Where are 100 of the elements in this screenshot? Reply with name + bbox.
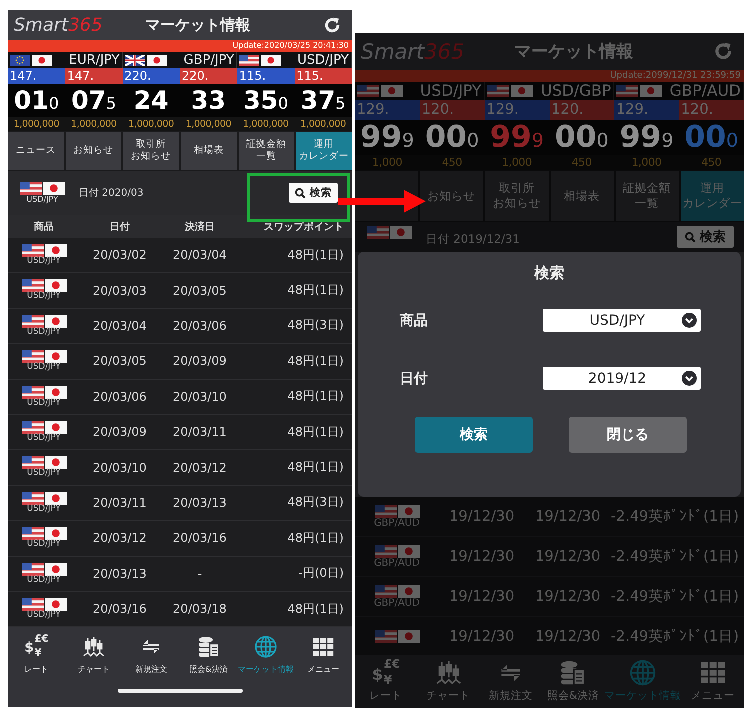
table-cell-text: 48円(1日) — [286, 424, 344, 441]
table-cell-text: 20/03/09 — [92, 425, 148, 440]
table-cell-text: 19/12/30 — [448, 548, 516, 564]
order-amount: 1,000,000 — [184, 118, 232, 131]
table-cell-text: 19/12/30 — [448, 588, 516, 604]
search-button[interactable]: 検索 — [415, 417, 533, 453]
flag-icon — [43, 182, 65, 195]
order-amount: 1,000 — [630, 155, 663, 170]
ask-price-head: 120. — [550, 100, 614, 120]
chevron-down-icon — [682, 313, 697, 328]
order-amount: 1,000,000 — [70, 118, 118, 131]
pair-label: GBP/AUD — [374, 518, 420, 528]
ask-price-head: 120. — [679, 100, 744, 120]
order-amount: 1,000,000 — [127, 118, 176, 131]
bid-price: 999 — [490, 122, 544, 152]
flag-icon — [44, 598, 66, 611]
pair-label: USD/JPY — [27, 292, 61, 302]
flag-icon — [486, 85, 509, 97]
close-button[interactable]: 閉じる — [569, 417, 687, 453]
flag-icon — [22, 279, 44, 292]
table-cell-text: 20/03/06 — [172, 318, 228, 333]
select-field[interactable]: USD/JPY — [543, 309, 701, 332]
flag-icon — [22, 386, 44, 399]
ask-price: 375 — [300, 88, 346, 113]
bid-price-head: 220. — [122, 68, 180, 84]
ask-price-head: 120. — [420, 100, 485, 120]
menu-tab[interactable]: 証拠金額 一覧 — [238, 132, 294, 170]
menu-tab[interactable]: 取引所 お知らせ — [123, 132, 179, 170]
flag-icon — [374, 544, 396, 558]
flag-icon — [398, 504, 420, 518]
order-amount: 450 — [700, 155, 723, 170]
menu-tab[interactable]: 運用 カレンダー — [296, 132, 352, 170]
select-field[interactable]: 2019/12 — [543, 367, 701, 390]
table-cell-text: 20/03/09 — [172, 354, 228, 368]
nav-item[interactable]: マーケット情報 — [237, 635, 295, 676]
screen-title: マーケット情報 — [513, 41, 634, 63]
candlestick-icon — [82, 635, 106, 660]
flag-icon — [398, 584, 420, 598]
flag-icon — [44, 420, 66, 434]
table-cell-text: 20/03/02 — [92, 248, 148, 262]
menu-tab[interactable]: お知らせ — [66, 132, 122, 170]
pair-label: USD/JPY — [27, 469, 61, 479]
flag-icon — [374, 504, 396, 518]
ask-price-head: 220. — [180, 68, 238, 84]
flag-icon — [44, 244, 66, 258]
order-amount: 1,000,000 — [12, 118, 60, 131]
pair-name: USD/GBP — [540, 82, 612, 100]
dialog-title: 検索 — [534, 264, 564, 283]
flag-icon — [32, 54, 52, 66]
search-button[interactable]: 検索 — [677, 226, 734, 248]
pair-label: USD/JPY — [27, 504, 61, 514]
menu-tab[interactable]: 相場表 — [181, 132, 237, 170]
flag-icon — [357, 85, 379, 97]
order-amount: 1,000 — [501, 155, 534, 170]
column-header: 決済日 — [184, 220, 216, 234]
nav-item[interactable]: メニュー — [294, 635, 352, 676]
table-cell-text: 20/03/11 — [172, 425, 228, 440]
flag-icon — [616, 85, 638, 97]
pair-label: USD/JPY — [27, 257, 61, 266]
bid-price-head: 129. — [355, 100, 420, 120]
table-cell-text: 19/12/30 — [448, 508, 516, 524]
refresh-icon[interactable] — [323, 16, 342, 34]
bid-price: 350 — [244, 88, 288, 113]
flag-icon — [44, 350, 66, 364]
flag-icon — [390, 226, 412, 239]
table-cell-text: 19/12/30 — [534, 588, 602, 604]
order-amount: 450 — [570, 155, 593, 170]
menu-tab[interactable]: ニュース — [8, 132, 64, 170]
table-cell-text: - — [196, 566, 204, 581]
flag-icon — [44, 562, 66, 576]
table-cell-text: 48円(1日) — [286, 600, 344, 618]
bid-price: 24 — [134, 88, 169, 113]
table-cell-text: 20/03/03 — [92, 284, 148, 298]
pair-label: GBP/AUD — [374, 598, 420, 608]
table-cell-text: 48円(1日) — [286, 352, 344, 370]
flag-icon — [44, 527, 66, 540]
field-label: 商品 — [400, 312, 428, 330]
flag-icon — [398, 630, 420, 643]
globe-icon — [629, 659, 658, 687]
search-button[interactable]: 検索 — [289, 183, 338, 203]
table-cell-text: 20/03/12 — [92, 531, 148, 546]
pair-label: USD/JPY — [27, 328, 61, 338]
table-cell-text: 20/03/05 — [172, 284, 228, 298]
table-cell-text: 48円(1日) — [286, 388, 344, 406]
bid-price-head: 129. — [484, 100, 550, 120]
field-label: 日付 — [400, 370, 428, 388]
column-header: スワップポイント — [263, 220, 344, 234]
table-cell-text: 20/03/10 — [172, 390, 228, 404]
table-cell-text: 48円(1日) — [286, 282, 344, 300]
nav-item[interactable]: 照会&決済 — [180, 635, 238, 676]
pair-name: EUR/JPY — [68, 52, 121, 68]
candlestick-icon — [434, 659, 463, 687]
order-amount: 1,000,000 — [242, 118, 290, 131]
nav-item[interactable]: 新規注文 — [122, 635, 180, 676]
ask-price-head: 115. — [294, 68, 352, 84]
app-logo: Smart365 — [14, 14, 103, 36]
flag-icon — [22, 598, 44, 611]
table-cell-text: -2.49英ﾎﾟﾝﾄﾞ(1日) — [611, 548, 740, 566]
nav-item[interactable]: チャート — [65, 635, 123, 676]
flag-icon — [510, 85, 533, 97]
